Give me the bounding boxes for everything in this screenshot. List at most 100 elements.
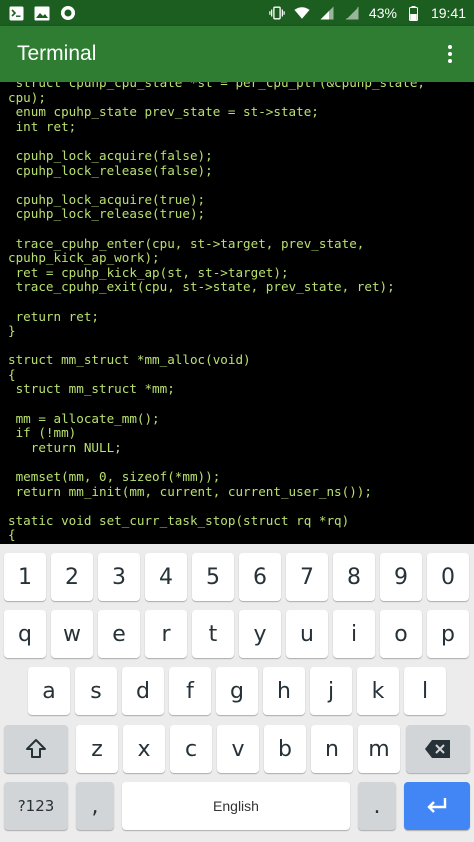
key-label: 4 bbox=[159, 564, 173, 590]
key-a[interactable]: a bbox=[28, 667, 70, 715]
enter-arrow-icon bbox=[427, 798, 447, 813]
key-p[interactable]: p bbox=[427, 610, 469, 658]
key-w[interactable]: w bbox=[51, 610, 93, 658]
shift-key[interactable] bbox=[4, 725, 68, 773]
terminal-line: { bbox=[8, 366, 16, 382]
key-d[interactable]: d bbox=[122, 667, 164, 715]
terminal-line: static void set_curr_task_stop(struct rq… bbox=[8, 512, 350, 528]
vibrate-icon bbox=[269, 5, 285, 21]
key-label: w bbox=[63, 621, 81, 647]
key-m[interactable]: m bbox=[358, 725, 400, 773]
key-r[interactable]: r bbox=[145, 610, 187, 658]
battery-percent: 43% bbox=[368, 5, 397, 21]
key-k[interactable]: k bbox=[357, 667, 399, 715]
key-e[interactable]: e bbox=[98, 610, 140, 658]
key-n[interactable]: n bbox=[311, 725, 353, 773]
terminal-line: cpuhp_lock_release(false); bbox=[8, 162, 213, 178]
key-label: p bbox=[441, 621, 455, 647]
key-label: q bbox=[18, 621, 32, 647]
key-label: 3 bbox=[112, 564, 126, 590]
key-h[interactable]: h bbox=[263, 667, 305, 715]
key-label: x bbox=[137, 736, 151, 762]
key-j[interactable]: j bbox=[310, 667, 352, 715]
status-bar: 43% 19:41 bbox=[0, 0, 474, 26]
symbols-key[interactable]: ?123 bbox=[4, 782, 68, 830]
key-i[interactable]: i bbox=[333, 610, 375, 658]
key-label: u bbox=[300, 621, 314, 647]
key-8[interactable]: 8 bbox=[333, 553, 375, 601]
cell-signal-icon bbox=[319, 5, 335, 21]
key-label: i bbox=[350, 621, 358, 647]
symbols-label: ?123 bbox=[17, 797, 55, 815]
terminal-view[interactable]: struct cpuhp_cpu_state *st = per_cpu_ptr… bbox=[0, 82, 474, 544]
key-label: v bbox=[231, 736, 245, 762]
terminal-line: trace_cpuhp_enter(cpu, st->target, prev_… bbox=[8, 235, 365, 251]
no-signal-icon bbox=[344, 5, 360, 21]
enter-key[interactable] bbox=[404, 782, 470, 830]
image-notification-icon bbox=[34, 5, 50, 21]
space-key[interactable]: English bbox=[122, 782, 350, 830]
key-y[interactable]: y bbox=[239, 610, 281, 658]
key-b[interactable]: b bbox=[264, 725, 306, 773]
shift-arrow-icon bbox=[26, 739, 46, 758]
key-label: e bbox=[112, 621, 126, 647]
key-9[interactable]: 9 bbox=[380, 553, 422, 601]
key-z[interactable]: z bbox=[76, 725, 118, 773]
overflow-menu-icon[interactable] bbox=[438, 34, 462, 74]
key-6[interactable]: 6 bbox=[239, 553, 281, 601]
terminal-line: struct cpuhp_cpu_state *st = per_cpu_ptr… bbox=[8, 82, 426, 90]
terminal-line: return ret; bbox=[8, 308, 99, 324]
backspace-icon bbox=[425, 740, 450, 758]
key-g[interactable]: g bbox=[216, 667, 258, 715]
key-label: t bbox=[208, 621, 218, 647]
key-s[interactable]: s bbox=[75, 667, 117, 715]
backspace-key[interactable] bbox=[406, 725, 470, 773]
terminal-line: } bbox=[8, 323, 16, 339]
key-x[interactable]: x bbox=[123, 725, 165, 773]
key-l[interactable]: l bbox=[404, 667, 446, 715]
key-u[interactable]: u bbox=[286, 610, 328, 658]
key-0[interactable]: 0 bbox=[427, 553, 469, 601]
terminal-line: memset(mm, 0, sizeof(*mm)); bbox=[8, 469, 221, 485]
key-label: s bbox=[90, 678, 102, 704]
battery-icon bbox=[406, 5, 422, 21]
key-4[interactable]: 4 bbox=[145, 553, 187, 601]
key-label: d bbox=[136, 678, 150, 704]
key-label: m bbox=[368, 736, 390, 762]
terminal-line: int ret; bbox=[8, 118, 77, 134]
key-1[interactable]: 1 bbox=[4, 553, 46, 601]
key-label: g bbox=[230, 678, 244, 704]
key-t[interactable]: t bbox=[192, 610, 234, 658]
key-label: 0 bbox=[441, 564, 455, 590]
key-label: y bbox=[253, 621, 267, 647]
key-o[interactable]: o bbox=[380, 610, 422, 658]
key-f[interactable]: f bbox=[169, 667, 211, 715]
terminal-line: cpuhp_lock_acquire(true); bbox=[8, 191, 206, 207]
key-label: h bbox=[277, 678, 291, 704]
app-bar: Terminal bbox=[0, 26, 474, 82]
key-q[interactable]: q bbox=[4, 610, 46, 658]
comma-key[interactable]: , bbox=[76, 782, 114, 830]
terminal-line: struct mm_struct *mm; bbox=[8, 381, 175, 397]
key-label: 1 bbox=[18, 564, 32, 590]
key-label: l bbox=[421, 678, 429, 704]
key-c[interactable]: c bbox=[170, 725, 212, 773]
key-label: 6 bbox=[253, 564, 267, 590]
soft-keyboard: ?123 , English . 1 2 3 4 5 6 7 8 9 0 q w e r t y u i o p a s d… bbox=[0, 544, 474, 842]
key-label: o bbox=[394, 621, 408, 647]
key-3[interactable]: 3 bbox=[98, 553, 140, 601]
terminal-line: cpuhp_lock_release(true); bbox=[8, 206, 206, 222]
comma-label: , bbox=[91, 793, 99, 819]
key-label: k bbox=[371, 678, 385, 704]
key-5[interactable]: 5 bbox=[192, 553, 234, 601]
key-label: b bbox=[278, 736, 292, 762]
key-7[interactable]: 7 bbox=[286, 553, 328, 601]
key-2[interactable]: 2 bbox=[51, 553, 93, 601]
key-v[interactable]: v bbox=[217, 725, 259, 773]
period-label: . bbox=[373, 793, 381, 819]
period-key[interactable]: . bbox=[358, 782, 396, 830]
key-label: a bbox=[42, 678, 56, 704]
